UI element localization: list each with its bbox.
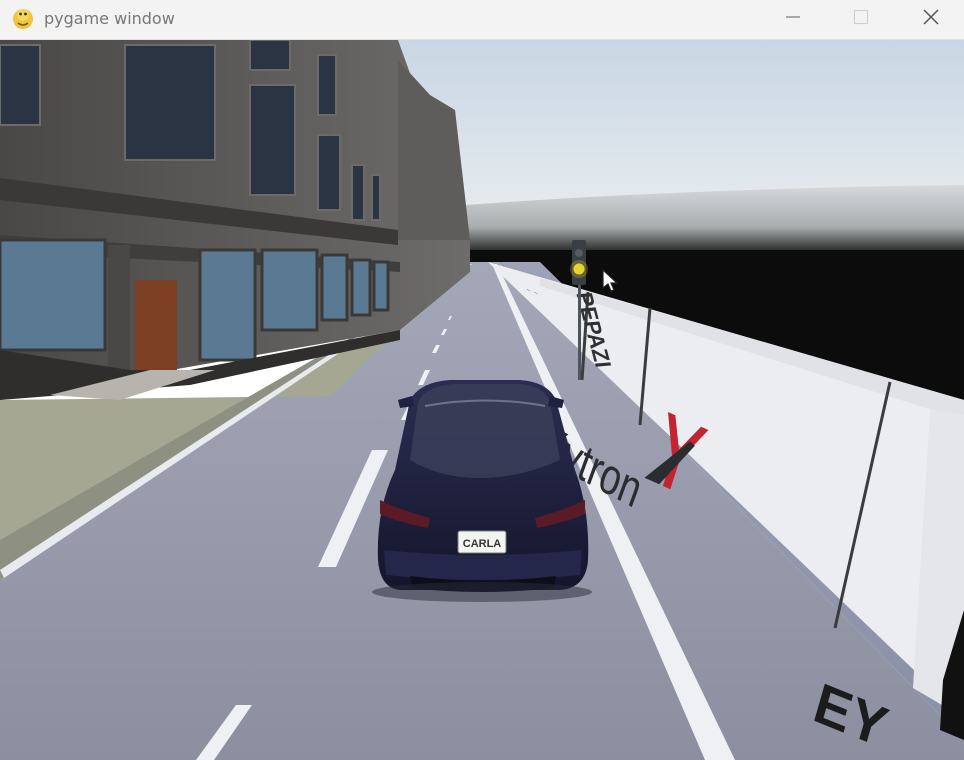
minimize-button[interactable] <box>760 0 826 34</box>
game-viewport[interactable]: ~ ~ PEPAZI Xytron EY CARLA <box>0 40 964 760</box>
driving-scene: ~ ~ PEPAZI Xytron EY CARLA <box>0 40 964 760</box>
title-bar[interactable]: pygame window <box>0 0 964 40</box>
pygame-snake-icon <box>13 9 33 29</box>
license-plate: CARLA <box>463 538 502 550</box>
window-title: pygame window <box>44 9 175 28</box>
maximize-icon <box>853 9 869 25</box>
pygame-window: pygame window ~ ~ PEPAZI Xytron EY CARLA <box>0 0 964 760</box>
close-button[interactable] <box>898 0 964 34</box>
minimize-icon <box>786 16 800 18</box>
close-icon <box>923 9 939 25</box>
maximize-button[interactable] <box>828 0 894 34</box>
